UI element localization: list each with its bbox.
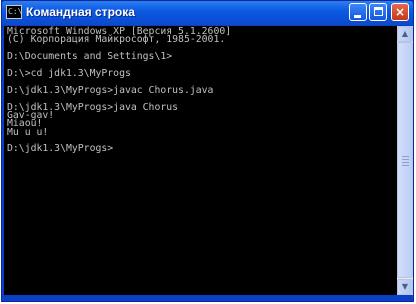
console-line: Mu u u!	[7, 126, 49, 138]
command-prompt-window: C:\ Командная строка × Microsoft Windows…	[1, 0, 414, 302]
console-line: D:\jdk1.3\MyProgs>javac Chorus.java	[7, 84, 214, 96]
maximize-button[interactable]	[369, 3, 387, 21]
console-text: Microsoft Windows XP [Версия 5.1.2600] (С…	[7, 26, 231, 155]
close-icon: ×	[394, 5, 406, 19]
minimize-button[interactable]	[349, 3, 367, 21]
scroll-down-button[interactable]: ▼	[397, 279, 413, 295]
arrow-down-icon: ▼	[401, 282, 409, 291]
grip-line	[402, 156, 409, 157]
vertical-scrollbar[interactable]: ▲ ▼	[397, 26, 413, 295]
scroll-thumb[interactable]	[397, 42, 413, 278]
console-line: (С) Корпорация Майкрософт, 1985-2001.	[7, 34, 226, 46]
grip-line	[402, 162, 409, 163]
console-line: D:\>cd jdk1.3\MyProgs	[7, 67, 131, 79]
cmd-icon[interactable]: C:\	[6, 5, 22, 19]
console-line: D:\Documents and Settings\1>	[7, 51, 173, 63]
arrow-up-icon: ▲	[401, 29, 409, 38]
scroll-up-button[interactable]: ▲	[397, 26, 413, 42]
window-title: Командная строка	[26, 5, 135, 19]
console-line: D:\jdk1.3\MyProgs>	[7, 143, 114, 155]
console-output[interactable]: Microsoft Windows XP [Версия 5.1.2600] (С…	[4, 26, 397, 295]
close-button[interactable]: ×	[391, 3, 409, 21]
maximize-icon	[374, 7, 383, 16]
grip-line	[402, 165, 409, 166]
grip-line	[402, 159, 409, 160]
title-bar[interactable]: C:\ Командная строка ×	[2, 1, 413, 25]
minimize-icon	[354, 15, 361, 18]
